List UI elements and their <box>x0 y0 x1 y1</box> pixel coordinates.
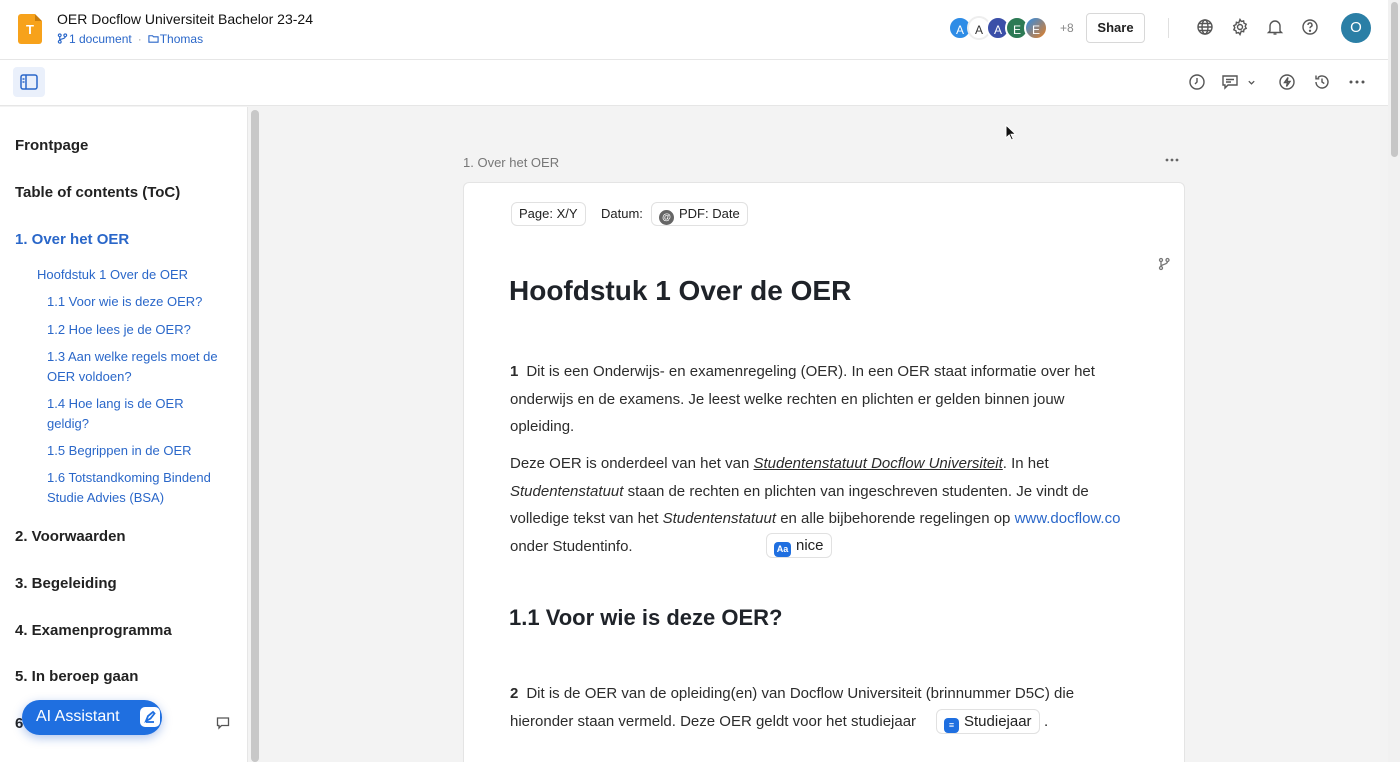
paragraph-number: 1 <box>510 363 519 380</box>
help-icon[interactable] <box>1301 18 1321 38</box>
top-header: T OER Docflow Universiteit Bachelor 23-2… <box>0 0 1388 60</box>
main-scrollbar[interactable] <box>1391 2 1398 157</box>
folder-name: Thomas <box>159 32 204 46</box>
lightning-icon[interactable] <box>1278 73 1298 93</box>
gear-icon[interactable] <box>1231 17 1251 38</box>
folder-link[interactable]: Thomas <box>148 32 203 46</box>
text: Studentenstatuut <box>510 482 624 500</box>
nav-item-1-3[interactable]: 1.3 Aan welke regels moet de OER voldoen… <box>47 347 232 387</box>
text: en alle bijbehorende regelingen op <box>776 510 1015 527</box>
documents-link[interactable]: 1 document <box>57 32 132 46</box>
share-button[interactable]: Share <box>1086 13 1145 43</box>
paragraph-text: Dit is een Onderwijs- en examenregeling … <box>510 363 1095 435</box>
collaborator-avatars[interactable]: A A A E E <box>948 16 1048 40</box>
ai-assistant-button[interactable]: AI Assistant <box>22 700 162 735</box>
nav-item-1-5[interactable]: 1.5 Begrippen in de OER <box>47 441 232 461</box>
globe-icon[interactable] <box>1196 18 1216 38</box>
chevron-down-icon <box>1248 80 1255 85</box>
sentence-end: . <box>1044 713 1049 730</box>
text: Deze OER is onderdeel van het van <box>510 455 754 472</box>
nav-chapter-1[interactable]: Hoofdstuk 1 Over de OER <box>37 265 188 285</box>
variable-icon: @ <box>659 210 674 225</box>
comments-dropdown[interactable] <box>1221 73 1257 93</box>
nav-frontpage[interactable]: Frontpage <box>15 137 88 154</box>
document-meta: 1 document · Thomas <box>57 32 203 46</box>
nice-variable-chip[interactable]: Aa nice <box>766 533 832 558</box>
sidebar-scrollbar[interactable] <box>251 110 259 762</box>
meta-separator: · <box>137 32 142 46</box>
chapter-heading: Hoofdstuk 1 Over de OER <box>509 275 852 306</box>
section-label: 1. Over het OER <box>463 155 560 170</box>
nav-section-5[interactable]: 5. In beroep gaan <box>15 668 138 685</box>
paragraph-1[interactable]: 1 Dit is een Onderwijs- en examenregeling… <box>510 358 1130 441</box>
section-more-icon[interactable] <box>1164 152 1180 173</box>
folder-icon <box>148 35 159 43</box>
paragraph-number: 2 <box>510 685 519 702</box>
nav-item-1-1[interactable]: 1.1 Voor wie is deze OER? <box>47 292 232 312</box>
document-type-icon: T <box>18 14 42 44</box>
sidebar-toggle-button[interactable] <box>13 67 45 97</box>
pdf-date-chip[interactable]: @ PDF: Date <box>651 202 748 226</box>
nav-table-of-contents[interactable]: Table of contents (ToC) <box>15 184 180 201</box>
history-icon[interactable] <box>1313 73 1333 93</box>
bell-icon[interactable] <box>1266 18 1286 38</box>
documents-count: 1 document <box>69 32 132 46</box>
nav-section-3[interactable]: 3. Begeleiding <box>15 575 117 592</box>
divider <box>1168 18 1169 38</box>
comment-icon <box>1222 75 1238 90</box>
table-of-contents-sidebar: Frontpage Table of contents (ToC) 1. Ove… <box>0 107 248 762</box>
nav-section-1[interactable]: 1. Over het OER <box>15 231 129 248</box>
nav-item-1-6[interactable]: 1.6 Totstandkoming Bindend Studie Advies… <box>47 468 232 508</box>
document-title[interactable]: OER Docflow Universiteit Bachelor 23-24 <box>57 11 313 27</box>
branch-icon <box>57 33 68 44</box>
ai-assistant-label: AI Assistant <box>36 708 120 725</box>
document-page: Page: X/Y Datum: @ PDF: Date Hoofdstuk 1 … <box>463 182 1185 762</box>
editor-toolbar <box>0 60 1388 106</box>
nav-item-1-2[interactable]: 1.2 Hoe lees je de OER? <box>47 320 232 340</box>
page-number-chip[interactable]: Page: X/Y <box>511 202 586 226</box>
avatar[interactable]: E <box>1024 16 1048 40</box>
nav-section-2[interactable]: 2. Voorwaarden <box>15 528 126 545</box>
website-link[interactable]: www.docflow.co <box>1015 510 1121 527</box>
text: onder Studentinfo. <box>510 537 633 555</box>
mouse-cursor-icon <box>1005 123 1017 142</box>
user-avatar[interactable]: O <box>1341 13 1371 43</box>
more-options-icon[interactable] <box>1348 73 1368 93</box>
studiejaar-variable-chip[interactable]: ≡ Studiejaar <box>936 709 1040 734</box>
section-heading: 1.1 Voor wie is deze OER? <box>509 605 783 630</box>
text: Studentenstatuut <box>662 510 777 527</box>
pdf-date-text: PDF: Date <box>679 206 740 221</box>
comment-icon[interactable] <box>216 716 230 730</box>
text-variable-icon: Aa <box>774 542 791 557</box>
branch-icon[interactable] <box>1157 257 1171 271</box>
list-variable-icon: ≡ <box>944 718 959 733</box>
studentenstatuut-link[interactable]: Studentenstatuut Docflow Universiteit <box>753 455 1002 472</box>
nav-item-1-4[interactable]: 1.4 Hoe lang is de OER geldig? <box>47 394 207 434</box>
nav-section-4[interactable]: 4. Examenprogramma <box>15 622 172 639</box>
clock-icon[interactable] <box>1188 73 1208 93</box>
nice-chip-text: nice <box>796 537 824 554</box>
text: . In het <box>1002 455 1049 472</box>
ai-assistant-icon <box>140 707 160 727</box>
studiejaar-chip-text: Studiejaar <box>964 713 1032 730</box>
more-collaborators-count[interactable]: +8 <box>1060 21 1074 35</box>
datum-label: Datum: <box>601 206 643 221</box>
sidebar-icon <box>20 74 38 90</box>
